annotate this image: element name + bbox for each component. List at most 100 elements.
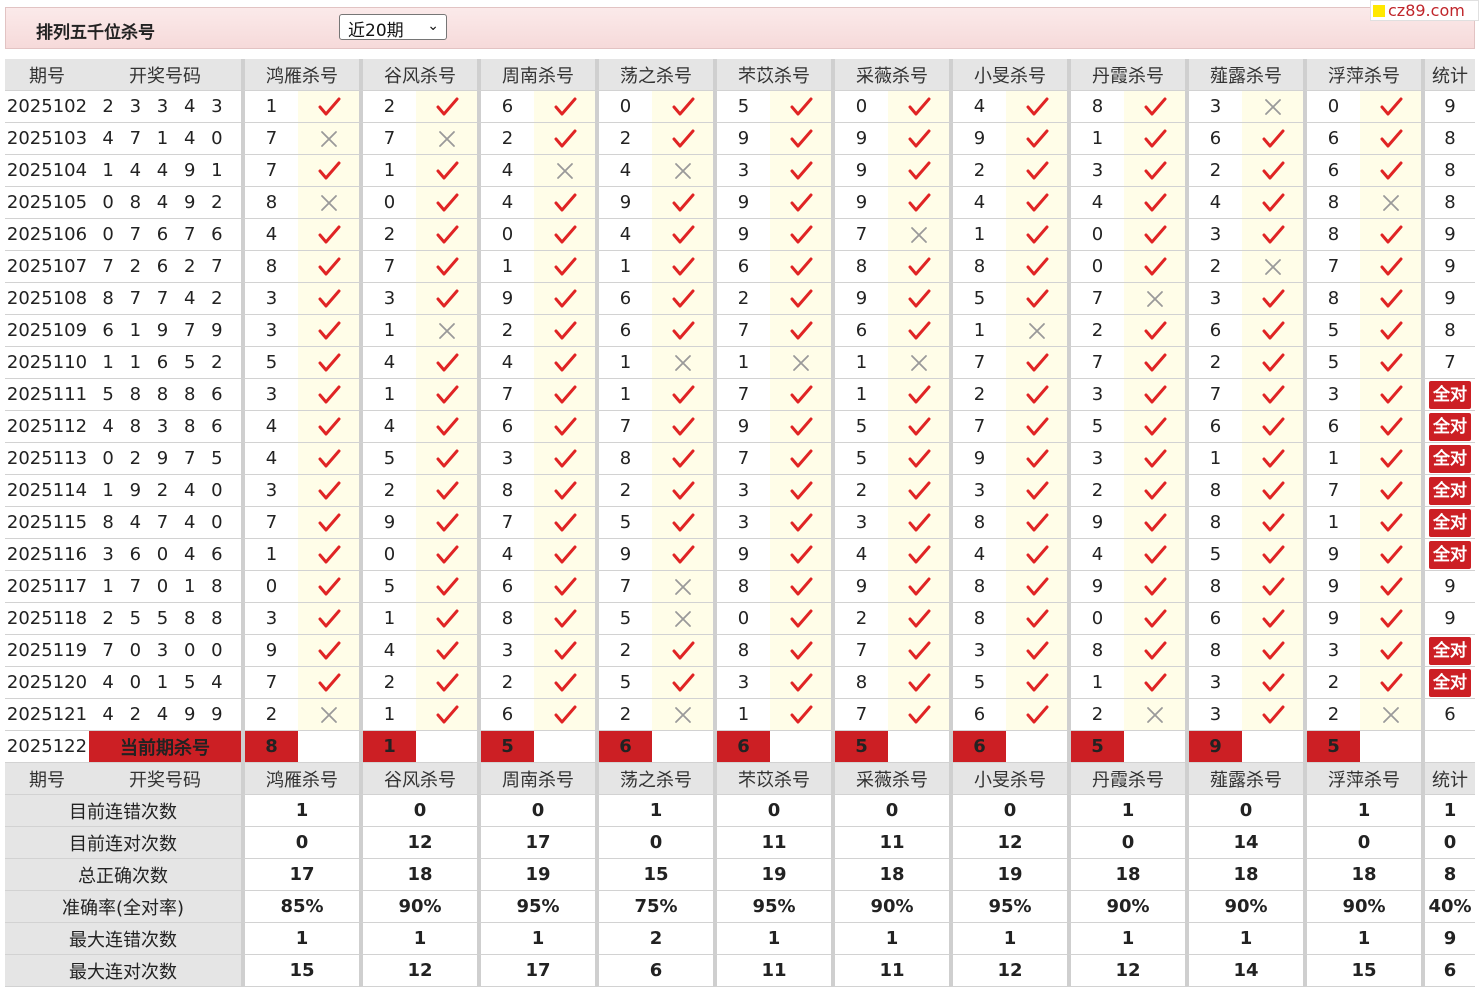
table-row: 2025111 5 8 8 8 6 3 1 7 1 7 1 2 3 7 3 全对 xyxy=(5,379,1475,411)
check-icon xyxy=(1360,219,1421,251)
header-expert: 薤露杀号 xyxy=(1185,59,1303,91)
check-icon xyxy=(888,475,949,507)
check-icon xyxy=(770,603,831,635)
check-icon xyxy=(298,443,359,475)
check-icon xyxy=(1242,219,1303,251)
check-icon xyxy=(652,283,713,315)
kill-number-cell: 5 xyxy=(1303,347,1360,379)
check-icon xyxy=(1006,283,1067,315)
kill-number-cell: 5 xyxy=(949,667,1006,699)
draw-number-cell: 7 2 6 2 7 xyxy=(89,251,241,283)
period-select[interactable]: 近20期 ⌄ xyxy=(339,14,447,41)
total-cell: 7 xyxy=(1421,347,1475,379)
check-icon xyxy=(534,347,595,379)
kill-number-cell: 6 xyxy=(477,571,534,603)
stat-value: 0 xyxy=(1303,827,1421,859)
check-icon xyxy=(770,91,831,123)
total-cell: 8 xyxy=(1421,187,1475,219)
total-cell: 6 xyxy=(1421,699,1475,731)
check-icon xyxy=(1124,539,1185,571)
current-kill-spacer xyxy=(1360,731,1421,763)
kill-number-cell: 3 xyxy=(1067,379,1124,411)
issue-cell: 2025112 xyxy=(5,411,89,443)
current-kill-number: 1 xyxy=(359,731,416,763)
kill-number-cell: 5 xyxy=(831,443,888,475)
check-icon xyxy=(888,507,949,539)
kill-number-cell: 3 xyxy=(713,155,770,187)
header-bar: 排列五千位杀号 近20期 ⌄ xyxy=(5,7,1475,49)
site-badge[interactable]: cz89.com xyxy=(1370,0,1479,21)
check-icon xyxy=(298,539,359,571)
check-icon xyxy=(1242,475,1303,507)
header-expert: 丹霞杀号 xyxy=(1067,763,1185,795)
stat-total: 1 xyxy=(1421,795,1475,827)
kill-number-cell: 4 xyxy=(359,347,416,379)
kill-number-cell: 0 xyxy=(241,571,298,603)
check-icon xyxy=(1124,219,1185,251)
kill-number-cell: 1 xyxy=(713,347,770,379)
check-icon xyxy=(1006,187,1067,219)
check-icon xyxy=(534,571,595,603)
kill-number-cell: 0 xyxy=(1303,91,1360,123)
kill-number-cell: 2 xyxy=(477,667,534,699)
issue-cell: 2025110 xyxy=(5,347,89,379)
kill-number-cell: 5 xyxy=(595,507,652,539)
kill-number-cell: 6 xyxy=(477,699,534,731)
kill-number-table: 期号 开奖号码 鸿雁杀号 谷风杀号 周南杀号 荡之杀号 芣苡杀号 采薇杀号 小旻杀号 丹霞杀号 薤露… xyxy=(5,59,1475,987)
draw-number-cell: 2 3 3 4 3 xyxy=(89,91,241,123)
draw-number-cell: 4 8 3 8 6 xyxy=(89,411,241,443)
kill-number-cell: 1 xyxy=(949,219,1006,251)
stat-value: 14 xyxy=(1185,955,1303,987)
stat-value: 12 xyxy=(949,955,1067,987)
kill-number-cell: 5 xyxy=(359,443,416,475)
check-icon xyxy=(416,539,477,571)
kill-number-cell: 3 xyxy=(1303,379,1360,411)
kill-number-cell: 3 xyxy=(713,507,770,539)
draw-number-cell: 3 6 0 4 6 xyxy=(89,539,241,571)
check-icon xyxy=(1124,155,1185,187)
table-row: 2025103 4 7 1 4 077229991668 xyxy=(5,123,1475,155)
kill-number-cell: 4 xyxy=(831,539,888,571)
check-icon xyxy=(1360,283,1421,315)
check-icon xyxy=(1006,507,1067,539)
kill-number-cell: 4 xyxy=(241,443,298,475)
stat-value: 6 xyxy=(595,955,713,987)
stat-label: 目前连对次数 xyxy=(5,827,241,859)
kill-number-cell: 4 xyxy=(359,635,416,667)
issue-cell: 2025106 xyxy=(5,219,89,251)
kill-number-cell: 3 xyxy=(1067,155,1124,187)
kill-number-cell: 2 xyxy=(359,667,416,699)
kill-number-cell: 7 xyxy=(831,699,888,731)
kill-number-cell: 2 xyxy=(1067,699,1124,731)
kill-number-cell: 0 xyxy=(1067,251,1124,283)
check-icon xyxy=(534,379,595,411)
header-issue: 期号 xyxy=(5,763,89,795)
kill-number-cell: 8 xyxy=(1185,475,1242,507)
check-icon xyxy=(1124,507,1185,539)
current-kill-label: 当前期杀号 xyxy=(89,731,241,763)
check-icon xyxy=(888,539,949,571)
current-kill-spacer xyxy=(652,731,713,763)
kill-number-cell: 9 xyxy=(831,187,888,219)
cross-icon xyxy=(1124,283,1185,315)
check-icon xyxy=(416,507,477,539)
kill-number-cell: 5 xyxy=(949,283,1006,315)
cross-icon xyxy=(1360,699,1421,731)
stat-value: 1 xyxy=(713,923,831,955)
kill-number-cell: 9 xyxy=(1067,571,1124,603)
check-icon xyxy=(1242,571,1303,603)
check-icon xyxy=(1006,123,1067,155)
check-icon xyxy=(1360,635,1421,667)
table-row: 2025120 4 0 1 5 4 7 2 2 5 3 8 5 1 3 2 全对 xyxy=(5,667,1475,699)
check-icon xyxy=(770,699,831,731)
header-draw: 开奖号码 xyxy=(89,59,241,91)
stat-label: 准确率(全对率) xyxy=(5,891,241,923)
draw-number-cell: 4 7 1 4 0 xyxy=(89,123,241,155)
total-cell: 8 xyxy=(1421,315,1475,347)
draw-number-cell: 1 7 0 1 8 xyxy=(89,571,241,603)
check-icon xyxy=(534,667,595,699)
kill-number-cell: 7 xyxy=(241,155,298,187)
check-icon xyxy=(1242,699,1303,731)
kill-number-cell: 3 xyxy=(477,635,534,667)
issue-cell: 2025109 xyxy=(5,315,89,347)
